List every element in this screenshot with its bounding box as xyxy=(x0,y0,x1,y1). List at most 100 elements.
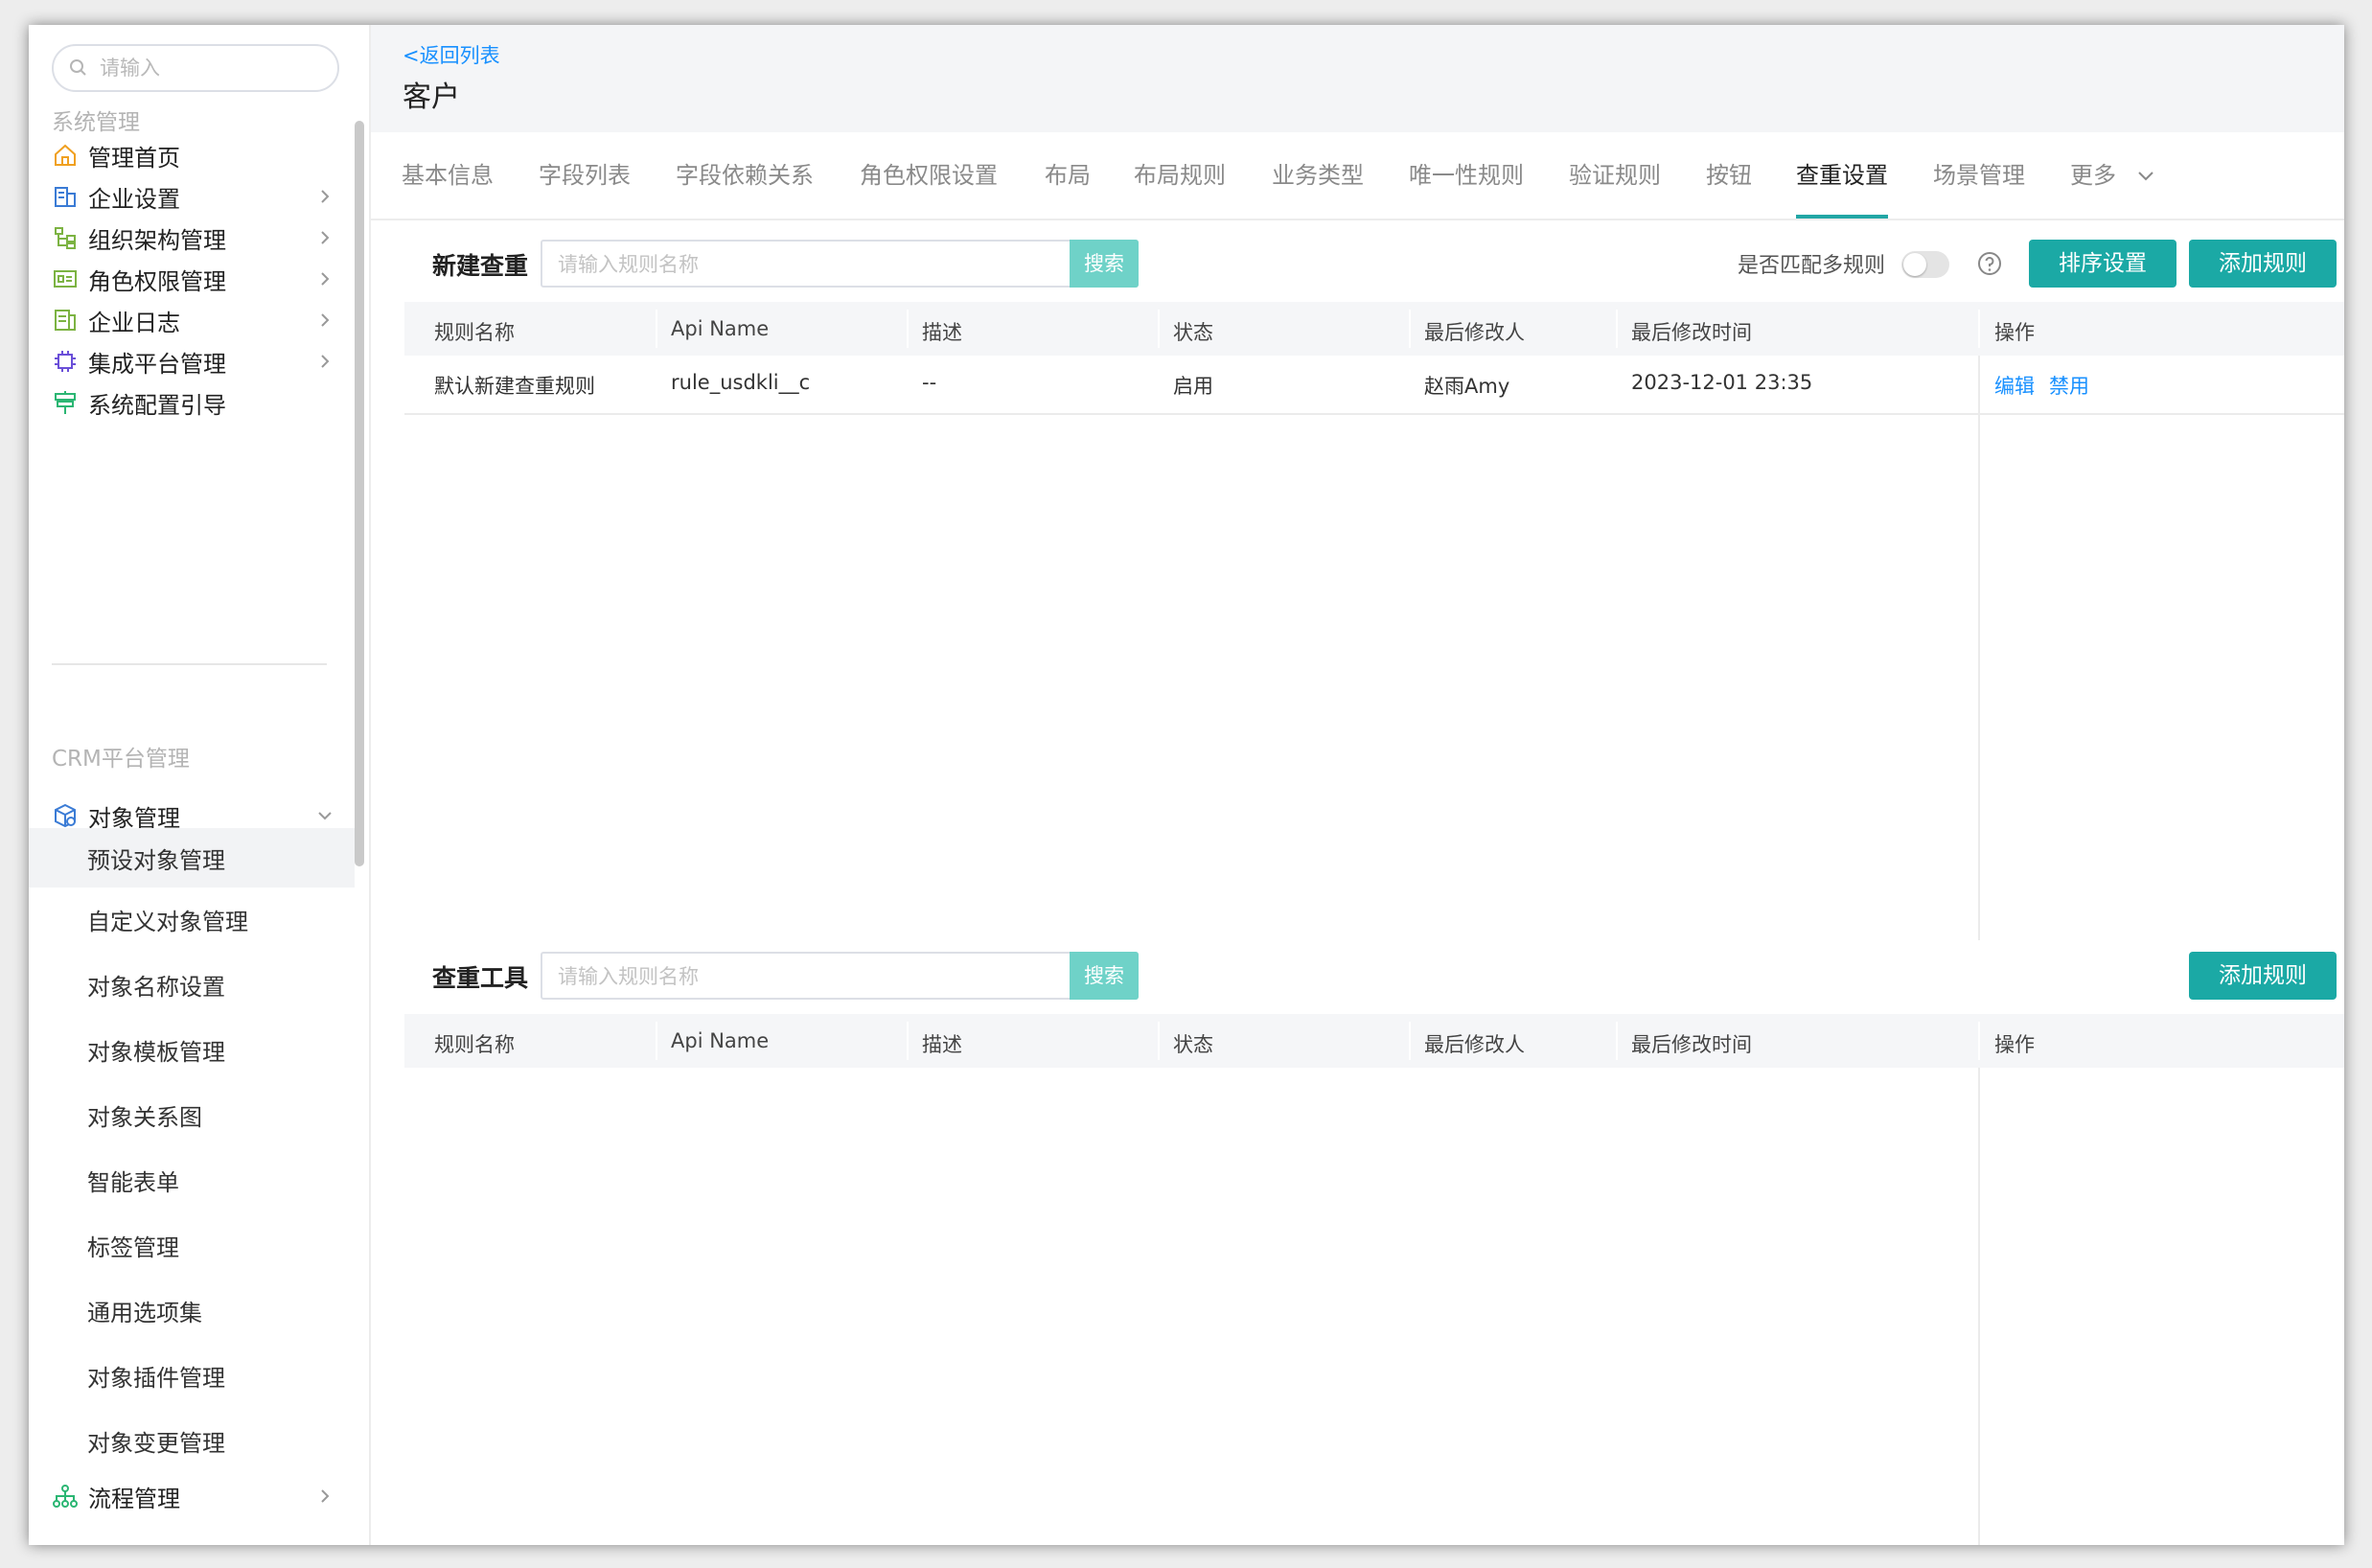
sort-settings-button[interactable]: 排序设置 xyxy=(2029,240,2176,288)
building-icon xyxy=(52,183,79,210)
col-api-name: Api Name xyxy=(671,1029,770,1052)
rule-search-2: 搜索 xyxy=(541,952,1139,1000)
sidebar-subitem-object-name[interactable]: 对象名称设置 xyxy=(29,955,355,1014)
page-header: <返回列表 客户 xyxy=(371,25,2344,132)
tab-field-dependency[interactable]: 字段依赖关系 xyxy=(676,132,814,219)
cell-rule-name: 默认新建查重规则 xyxy=(434,375,595,398)
sidebar-subitem-preset-objects[interactable]: 预设对象管理 xyxy=(29,828,355,888)
disable-link[interactable]: 禁用 xyxy=(2049,371,2089,400)
col-actions: 操作 xyxy=(1994,321,2035,344)
col-api-name: Api Name xyxy=(671,317,770,340)
col-separator xyxy=(1158,1022,1160,1060)
section-new-duplicate-check: 新建查重 xyxy=(432,252,529,280)
tab-scene-mgmt[interactable]: 场景管理 xyxy=(1933,132,2025,219)
col-last-modifier: 最后修改人 xyxy=(1424,1033,1525,1056)
help-icon[interactable] xyxy=(1977,251,2002,276)
tab-buttons[interactable]: 按钮 xyxy=(1706,132,1752,219)
sidebar-subitem-option-sets[interactable]: 通用选项集 xyxy=(29,1280,355,1340)
cell-description: -- xyxy=(922,371,937,394)
tab-business-type[interactable]: 业务类型 xyxy=(1272,132,1364,219)
group-title-crm: CRM平台管理 xyxy=(52,747,190,772)
edit-link[interactable]: 编辑 xyxy=(1994,371,2035,400)
cube-icon xyxy=(52,802,79,829)
chevron-down-icon xyxy=(318,812,332,820)
sidebar-item-label: 系统配置引导 xyxy=(88,391,226,419)
section-duplicate-check-tool: 查重工具 xyxy=(432,964,529,992)
sidebar-subitem-custom-objects[interactable]: 自定义对象管理 xyxy=(29,889,355,949)
home-icon xyxy=(52,142,79,169)
chevron-right-icon xyxy=(321,190,330,203)
col-status: 状态 xyxy=(1173,321,1213,344)
col-separator xyxy=(1616,310,1618,348)
col-rule-name: 规则名称 xyxy=(434,321,515,344)
page-title: 客户 xyxy=(403,81,460,114)
col-separator xyxy=(1158,310,1160,348)
sidebar-subitem-object-template[interactable]: 对象模板管理 xyxy=(29,1020,355,1079)
chevron-right-icon xyxy=(321,231,330,244)
col-description: 描述 xyxy=(922,321,962,344)
sidebar-search[interactable] xyxy=(52,44,339,92)
col-description: 描述 xyxy=(922,1033,962,1056)
cell-last-modifier: 赵雨Amy xyxy=(1424,375,1510,398)
col-separator xyxy=(907,310,909,348)
sidebar: 系统管理 管理首页 企业设置 组织架构管理 角色权限管理 企业日志 集成平台 xyxy=(29,25,371,1545)
log-icon xyxy=(52,307,79,334)
sidebar-divider xyxy=(52,663,327,665)
cell-last-modified-time: 2023-12-01 23:35 xyxy=(1631,371,1813,394)
col-rule-name: 规则名称 xyxy=(434,1033,515,1056)
tab-field-list[interactable]: 字段列表 xyxy=(539,132,631,219)
actions-column-border xyxy=(1978,356,1980,940)
tab-more-label: 更多 xyxy=(2070,162,2116,189)
col-separator xyxy=(1616,1022,1618,1060)
back-to-list-link[interactable]: <返回列表 xyxy=(403,40,500,69)
col-separator xyxy=(656,1022,657,1060)
tab-more[interactable]: 更多 xyxy=(2070,132,2156,219)
sidebar-subitem-object-changes[interactable]: 对象变更管理 xyxy=(29,1411,355,1470)
col-last-modifier: 最后修改人 xyxy=(1424,321,1525,344)
sidebar-item-config-guide[interactable]: 系统配置引导 xyxy=(29,373,355,432)
tab-duplicate-check[interactable]: 查重设置 xyxy=(1796,132,1888,219)
col-separator xyxy=(656,310,657,348)
signpost-icon xyxy=(52,389,79,416)
match-multiple-rules-toggle[interactable] xyxy=(1901,251,1949,278)
org-chart-icon xyxy=(52,224,79,251)
sidebar-subitem-plugins[interactable]: 对象插件管理 xyxy=(29,1346,355,1405)
sidebar-subitem-object-relations[interactable]: 对象关系图 xyxy=(29,1085,355,1144)
id-card-icon xyxy=(52,265,79,292)
tab-uniqueness-rules[interactable]: 唯一性规则 xyxy=(1409,132,1524,219)
cell-status: 启用 xyxy=(1173,375,1213,398)
col-separator xyxy=(1409,1022,1411,1060)
app-window: 系统管理 管理首页 企业设置 组织架构管理 角色权限管理 企业日志 集成平台 xyxy=(29,25,2344,1545)
chevron-right-icon xyxy=(321,313,330,327)
col-separator xyxy=(1409,310,1411,348)
col-last-modified-time: 最后修改时间 xyxy=(1631,1033,1752,1056)
search-button[interactable]: 搜索 xyxy=(1070,240,1139,288)
col-actions: 操作 xyxy=(1994,1033,2035,1056)
rule-search-input[interactable] xyxy=(556,242,1058,288)
main-content: <返回列表 客户 基本信息 字段列表 字段依赖关系 角色权限设置 布局 布局规则… xyxy=(371,25,2344,1545)
sidebar-search-input[interactable] xyxy=(98,56,312,81)
sidebar-item-process-mgmt[interactable]: 流程管理 xyxy=(29,1466,355,1526)
tab-role-permissions[interactable]: 角色权限设置 xyxy=(860,132,998,219)
add-rule-button[interactable]: 添加规则 xyxy=(2189,952,2337,1000)
rule-search-input[interactable] xyxy=(556,954,1058,1000)
sidebar-subitem-tags[interactable]: 标签管理 xyxy=(29,1215,355,1275)
chevron-down-icon xyxy=(2137,172,2153,181)
toggle-knob xyxy=(1903,253,1926,276)
table-row: 默认新建查重规则 rule_usdkli__c -- 启用 赵雨Amy 2023… xyxy=(404,356,2344,415)
tab-layout-rules[interactable]: 布局规则 xyxy=(1134,132,1226,219)
tab-validation-rules[interactable]: 验证规则 xyxy=(1569,132,1661,219)
search-button[interactable]: 搜索 xyxy=(1070,952,1139,1000)
chevron-right-icon xyxy=(321,272,330,286)
sidebar-scrollbar[interactable] xyxy=(355,121,364,866)
flow-icon xyxy=(52,1483,79,1510)
tab-layout[interactable]: 布局 xyxy=(1045,132,1091,219)
sidebar-subitem-smart-form[interactable]: 智能表单 xyxy=(29,1150,355,1210)
chip-icon xyxy=(52,348,79,375)
col-separator xyxy=(1978,1022,1980,1060)
tab-basic-info[interactable]: 基本信息 xyxy=(402,132,494,219)
rule-search-1: 搜索 xyxy=(541,240,1139,288)
match-multiple-rules-label: 是否匹配多规则 xyxy=(1738,254,1886,278)
add-rule-button[interactable]: 添加规则 xyxy=(2189,240,2337,288)
sidebar-item-label: 流程管理 xyxy=(88,1485,180,1512)
